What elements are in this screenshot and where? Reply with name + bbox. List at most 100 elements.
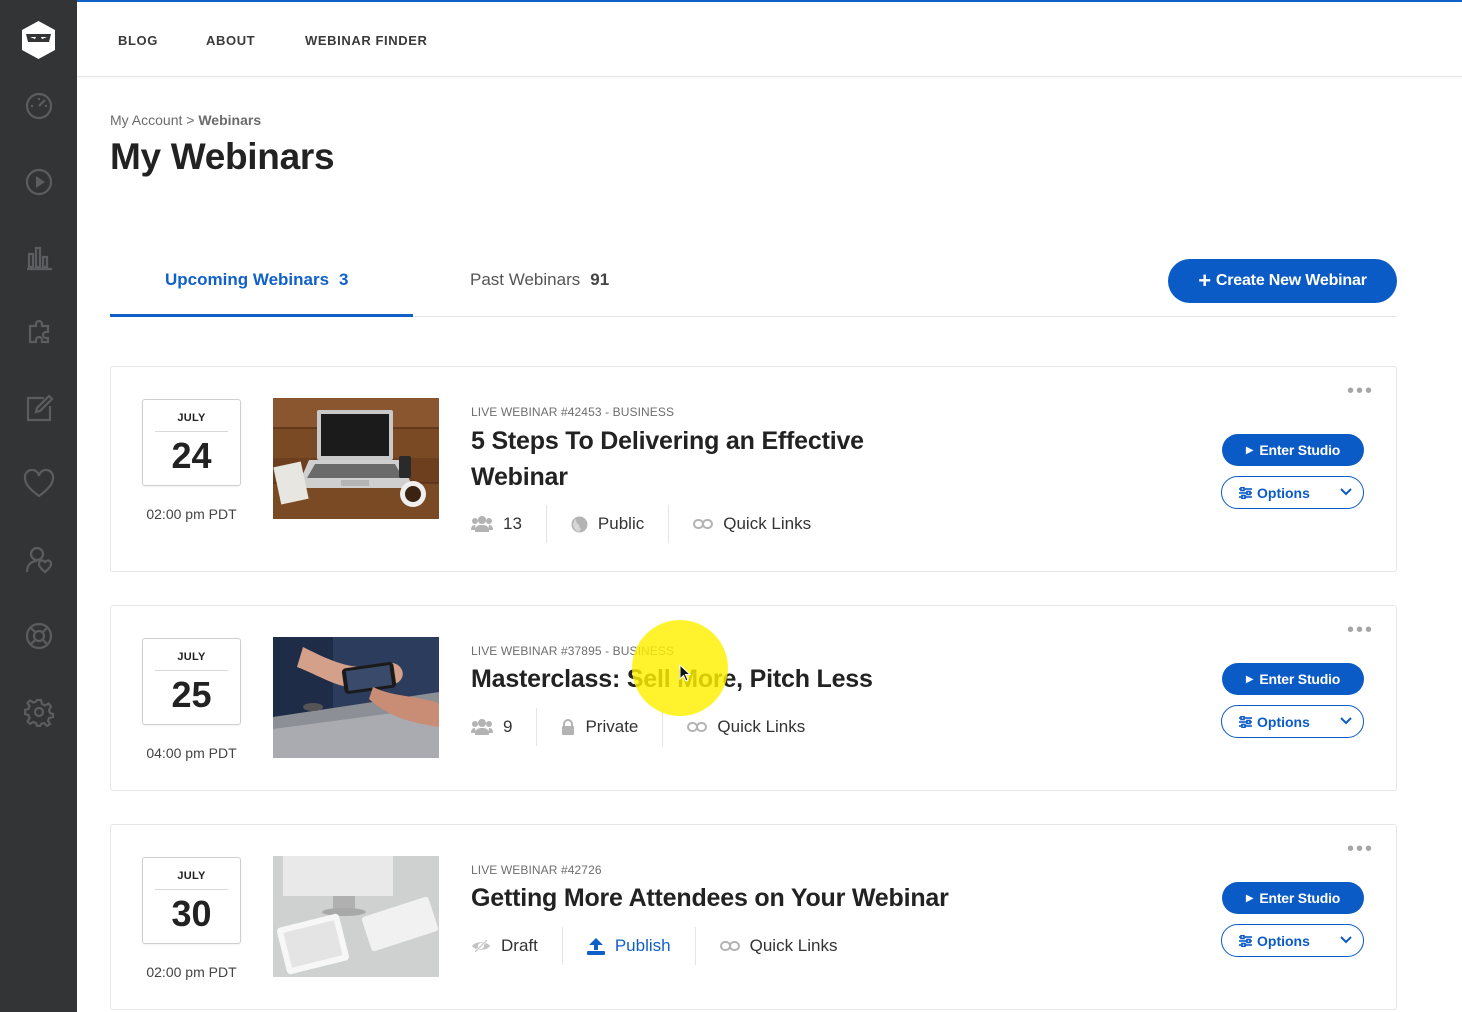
link-icon bbox=[719, 941, 740, 951]
date-badge: JULY 25 bbox=[142, 638, 241, 725]
enter-studio-button[interactable]: ▶ Enter Studio bbox=[1222, 882, 1364, 914]
webinar-thumbnail[interactable] bbox=[273, 398, 439, 519]
play-circle-icon[interactable] bbox=[22, 165, 55, 198]
create-new-webinar-button[interactable]: + Create New Webinar bbox=[1168, 259, 1397, 303]
breadcrumb-parent-link[interactable]: My Account bbox=[110, 112, 182, 128]
webinar-time: 02:00 pm PDT bbox=[146, 964, 237, 980]
breadcrumb-current: Webinars bbox=[198, 112, 262, 128]
webinar-stats: 9 Private Quick Links bbox=[471, 707, 805, 747]
ninja-logo[interactable] bbox=[20, 20, 57, 60]
active-tab-indicator bbox=[110, 314, 413, 317]
options-dropdown[interactable]: Options bbox=[1221, 705, 1364, 738]
attendee-count: 13 bbox=[471, 504, 522, 544]
heart-icon[interactable] bbox=[22, 467, 55, 500]
enter-studio-label: Enter Studio bbox=[1259, 671, 1341, 687]
chevron-down-icon bbox=[1339, 714, 1353, 728]
sliders-icon bbox=[1239, 486, 1252, 499]
attendee-count-value: 13 bbox=[503, 514, 522, 533]
webinar-thumbnail[interactable] bbox=[273, 637, 439, 758]
webinar-meta: LIVE WEBINAR #37895 - BUSINESS bbox=[471, 644, 675, 658]
draft-label: Draft bbox=[501, 936, 538, 955]
visibility-status: Public bbox=[571, 504, 644, 544]
support-lifebuoy-icon[interactable] bbox=[22, 619, 55, 652]
visibility-status: Private bbox=[561, 707, 638, 747]
tab-past-webinars[interactable]: Past Webinars 91 bbox=[470, 270, 609, 290]
chevron-down-icon bbox=[1339, 933, 1353, 947]
webinar-title-line: Webinar bbox=[471, 463, 568, 491]
webinar-card: ••• JULY 24 02:00 pm PDT LIVE WEBINAR #4… bbox=[110, 366, 1397, 572]
date-month: JULY bbox=[177, 651, 206, 663]
edit-pencil-icon[interactable] bbox=[22, 392, 55, 425]
webinar-stats: Draft Publish Quick Links bbox=[471, 926, 837, 966]
date-month: JULY bbox=[177, 870, 206, 882]
link-icon bbox=[693, 519, 714, 529]
enter-studio-button[interactable]: ▶ Enter Studio bbox=[1222, 663, 1364, 695]
globe-icon bbox=[571, 516, 588, 533]
analytics-bar-chart-icon[interactable] bbox=[22, 240, 55, 273]
publish-label: Publish bbox=[614, 936, 671, 955]
webinar-title[interactable]: Getting More Attendees on Your Webinar bbox=[471, 880, 949, 916]
date-badge: JULY 30 bbox=[142, 857, 241, 944]
visibility-label: Public bbox=[597, 514, 645, 533]
webinar-title[interactable]: Masterclass: Sell More, Pitch Less bbox=[471, 661, 873, 697]
link-icon bbox=[687, 722, 708, 732]
publish-button[interactable]: Publish bbox=[586, 926, 671, 966]
nav-about-link[interactable]: ABOUT bbox=[206, 33, 255, 48]
create-button-label: Create New Webinar bbox=[1215, 272, 1367, 289]
options-dropdown[interactable]: Options bbox=[1221, 476, 1364, 509]
sliders-icon bbox=[1239, 934, 1252, 947]
plus-icon: + bbox=[1198, 268, 1211, 293]
webinar-stats: 13 Public Quick Links bbox=[471, 504, 811, 544]
quick-links[interactable]: Quick Links bbox=[719, 926, 838, 966]
eye-slash-icon bbox=[471, 939, 491, 953]
quick-links-label: Quick Links bbox=[749, 936, 838, 955]
dashboard-gauge-icon[interactable] bbox=[22, 89, 55, 122]
visibility-label: Private bbox=[585, 717, 639, 736]
more-options-icon[interactable]: ••• bbox=[1347, 381, 1374, 401]
tab-count: 91 bbox=[590, 270, 610, 289]
webinar-card: ••• JULY 30 02:00 pm PDT LIVE WEBINAR #4… bbox=[110, 824, 1397, 1010]
options-label: Options bbox=[1257, 484, 1310, 501]
attendee-count-value: 9 bbox=[503, 717, 513, 736]
attendees-icon bbox=[471, 718, 493, 736]
quick-links-label: Quick Links bbox=[717, 717, 806, 736]
quick-links[interactable]: Quick Links bbox=[693, 504, 811, 544]
play-triangle-icon: ▶ bbox=[1245, 892, 1254, 904]
webinar-title[interactable]: 5 Steps To Delivering an Effective Webin… bbox=[471, 423, 864, 495]
options-dropdown[interactable]: Options bbox=[1221, 924, 1364, 957]
puzzle-integrations-icon[interactable] bbox=[22, 316, 55, 349]
enter-studio-label: Enter Studio bbox=[1259, 890, 1341, 906]
lock-icon bbox=[561, 718, 575, 736]
attendees-icon bbox=[471, 515, 493, 533]
more-options-icon[interactable]: ••• bbox=[1347, 620, 1374, 640]
options-label: Options bbox=[1257, 932, 1310, 949]
sliders-icon bbox=[1239, 715, 1252, 728]
user-heart-icon[interactable] bbox=[22, 543, 55, 576]
webinar-thumbnail[interactable] bbox=[273, 856, 439, 977]
webinar-card: ••• JULY 25 04:00 pm PDT LIVE WEBINAR #3… bbox=[110, 605, 1397, 791]
page-title: My Webinars bbox=[110, 136, 335, 177]
quick-links-label: Quick Links bbox=[723, 514, 812, 533]
date-day: 24 bbox=[171, 435, 212, 476]
date-month: JULY bbox=[177, 412, 206, 424]
date-day: 25 bbox=[171, 674, 212, 715]
enter-studio-label: Enter Studio bbox=[1259, 442, 1341, 458]
quick-links[interactable]: Quick Links bbox=[687, 707, 805, 747]
draft-status: Draft bbox=[471, 926, 538, 966]
tab-upcoming-webinars[interactable]: Upcoming Webinars 3 bbox=[165, 270, 349, 290]
upload-icon bbox=[586, 937, 605, 955]
webinar-title-line: 5 Steps To Delivering an Effective bbox=[471, 427, 864, 455]
enter-studio-button[interactable]: ▶ Enter Studio bbox=[1222, 434, 1364, 466]
tab-label: Upcoming Webinars bbox=[165, 270, 330, 289]
chevron-down-icon bbox=[1339, 485, 1353, 499]
webinar-meta: LIVE WEBINAR #42726 bbox=[471, 863, 602, 877]
options-label: Options bbox=[1257, 713, 1310, 730]
play-triangle-icon: ▶ bbox=[1245, 673, 1254, 685]
nav-webinar-finder-link[interactable]: WEBINAR FINDER bbox=[305, 33, 428, 48]
more-options-icon[interactable]: ••• bbox=[1347, 839, 1374, 859]
breadcrumb: My Account > Webinars bbox=[110, 112, 261, 128]
tab-count: 3 bbox=[339, 270, 349, 289]
settings-gear-icon[interactable] bbox=[22, 695, 55, 728]
nav-blog-link[interactable]: BLOG bbox=[118, 33, 158, 48]
sidebar bbox=[0, 0, 77, 1012]
